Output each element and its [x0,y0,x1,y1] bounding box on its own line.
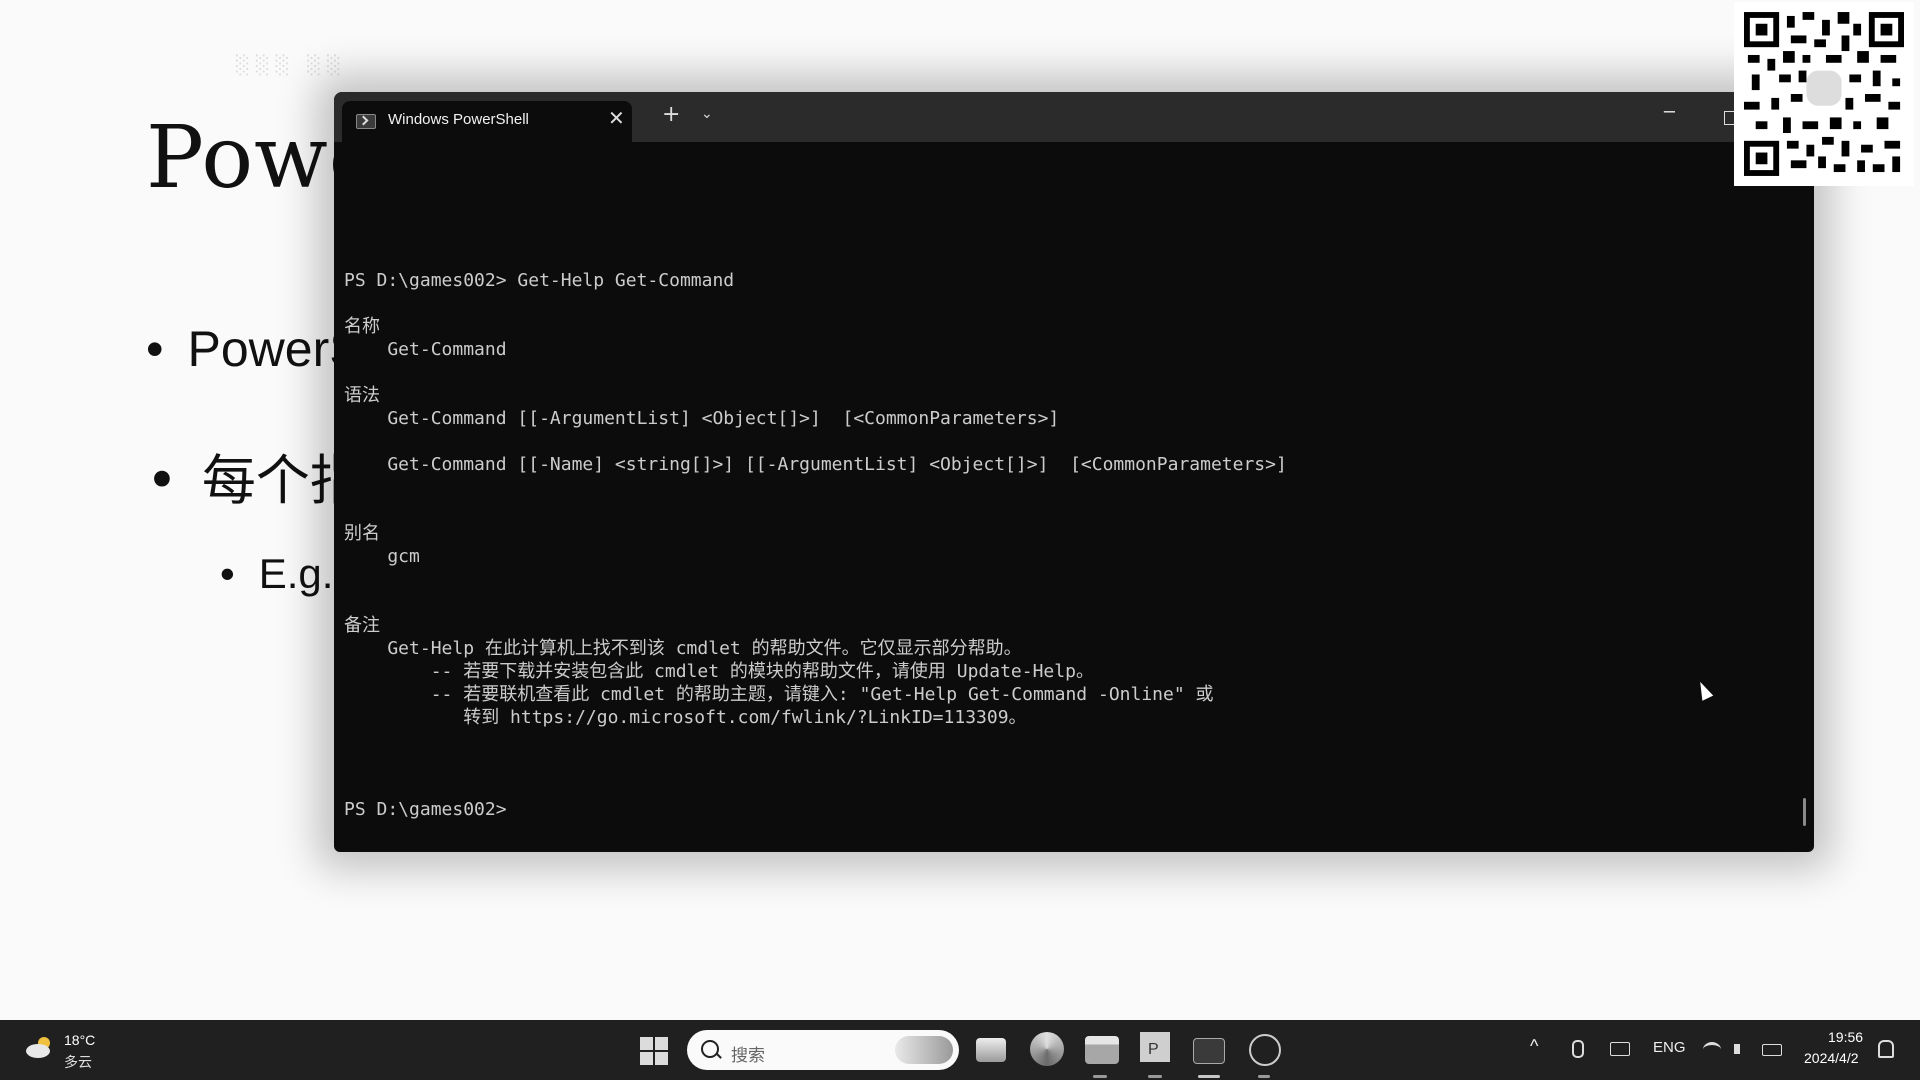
console-line: -- 若要联机查看此 cmdlet 的帮助主题，请键入: "Get-Help G… [344,684,1214,705]
console-line: PS D:\games002> [344,799,507,820]
console-line: 转到 https://go.microsoft.com/fwlink/?Link… [344,707,1027,728]
console-line: 语法 [344,385,380,406]
svg-text:P: P [1148,1041,1159,1058]
console-line: gcm [344,546,420,567]
terminal-active-indicator [1198,1075,1220,1078]
console-output[interactable]: PS D:\games002> Get-Help Get-Command 名称 G… [344,154,1798,852]
battery-icon[interactable] [1762,1044,1782,1056]
file-explorer-icon[interactable] [1085,1036,1119,1064]
chevron-down-icon[interactable]: ⌄ [701,106,713,122]
volume-icon[interactable] [1734,1044,1750,1054]
console-line: 备注 [344,615,380,636]
powershell-window[interactable]: Windows PowerShell ✕ + ⌄ ─ PS D:\games00… [334,92,1814,852]
console-line: PS D:\games002> Get-Help Get-Command [344,270,735,291]
console-line: Get-Command [344,339,507,360]
taskbar: 18°C 多云 搜索 P ^ ENG 19:56 2024/4/2 [0,1020,1920,1080]
plus-icon[interactable]: + [662,102,680,127]
terminal-icon[interactable] [1193,1038,1225,1064]
notification-bell-icon[interactable] [1878,1040,1894,1058]
language-indicator[interactable]: ENG [1653,1039,1686,1056]
title-bar[interactable]: Windows PowerShell ✕ + ⌄ ─ [334,92,1814,142]
obs-icon[interactable] [1249,1034,1281,1066]
weather-icon[interactable] [24,1034,56,1060]
search-placeholder: 搜索 [731,1046,765,1065]
slide-bullet-2: • 每个指 [146,449,364,512]
microphone-icon[interactable] [1572,1040,1584,1058]
clock-time[interactable]: 19:56 [1828,1029,1863,1045]
close-icon[interactable]: ✕ [608,106,625,130]
search-highlight-art [895,1036,953,1064]
file-explorer-running-indicator [1093,1075,1107,1078]
slide-bullet-3: • E.g. [220,550,334,597]
powershell-icon [356,114,376,129]
task-view-icon[interactable] [976,1038,1006,1062]
console-line: Get-Command [[-ArgumentList] <Object[]>]… [344,408,1060,429]
search-icon [701,1040,719,1058]
weather-description[interactable]: 多云 [64,1052,92,1072]
obs-running-indicator [1258,1075,1270,1078]
slide-watermark: ░░░ ░░ [236,55,347,76]
console-line: 别名 [344,523,380,544]
slide-bullet-1: • PowerS [146,321,363,377]
wifi-icon[interactable] [1703,1042,1721,1057]
clock-date[interactable]: 2024/4/2 [1804,1050,1859,1066]
powerpoint-icon[interactable]: P [1140,1032,1170,1062]
windows-start-icon[interactable] [640,1037,668,1065]
tab-title: Windows PowerShell [388,111,529,128]
powerpoint-running-indicator [1148,1075,1162,1078]
minimize-icon[interactable]: ─ [1664,102,1675,123]
taskbar-search[interactable]: 搜索 [687,1030,959,1070]
tray-chevron-icon[interactable]: ^ [1530,1036,1538,1057]
scrollbar[interactable] [1803,798,1806,826]
console-line: -- 若要下载并安装包含此 cmdlet 的模块的帮助文件，请使用 Update… [344,661,1094,682]
edge-icon[interactable] [1030,1032,1064,1066]
qr-code-graphic [1744,12,1904,176]
qr-code [1734,2,1914,186]
console-line: Get-Help 在此计算机上找不到该 cmdlet 的帮助文件。它仅显示部分帮… [344,638,1022,659]
weather-temperature[interactable]: 18°C [64,1032,95,1048]
console-line: Get-Command [[-Name] <string[]>] [[-Argu… [344,454,1287,475]
keyboard-icon[interactable] [1610,1042,1630,1056]
console-line: 名称 [344,316,380,337]
tab-windows-powershell[interactable]: Windows PowerShell ✕ [342,101,632,142]
